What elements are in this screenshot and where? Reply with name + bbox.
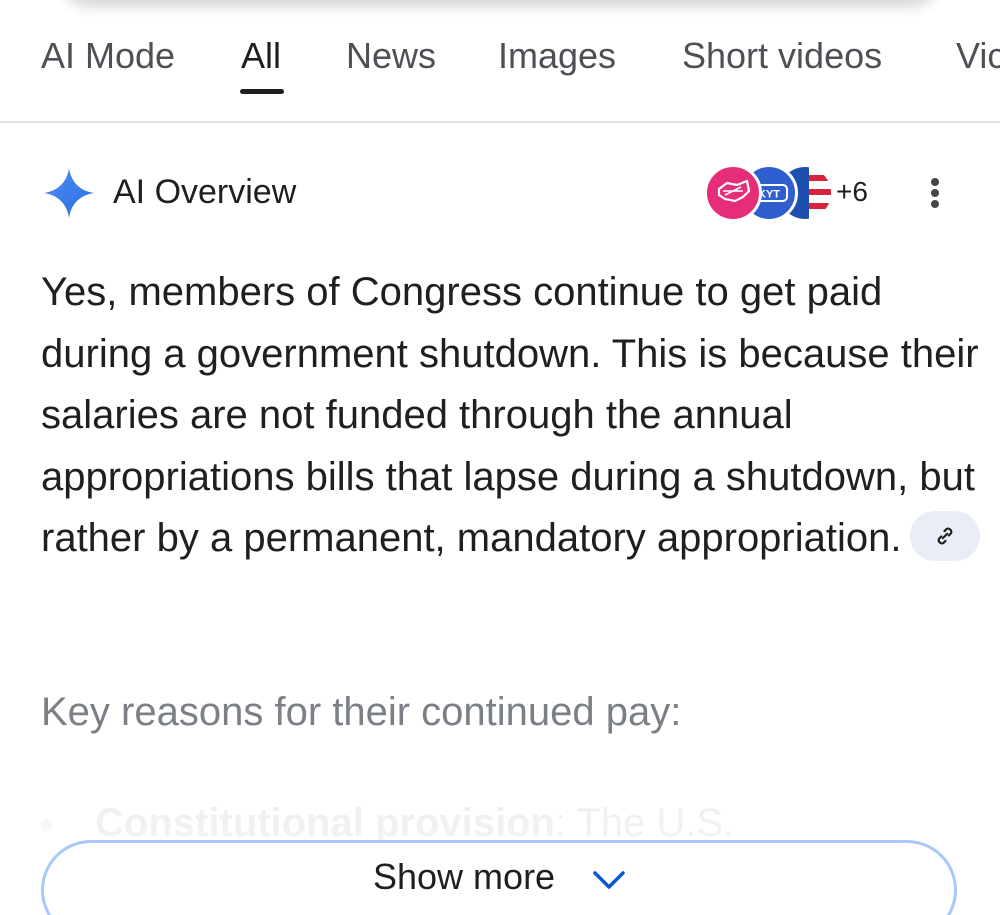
source-avatar-1[interactable] — [704, 164, 762, 222]
show-more-label: Show more — [373, 856, 556, 897]
chevron-down-icon — [593, 871, 625, 889]
bullet-icon — [41, 819, 53, 831]
ai-overview-title: AI Overview — [113, 173, 297, 211]
tab-short-videos[interactable]: Short videos — [682, 34, 882, 78]
active-tab-indicator — [240, 89, 284, 94]
ai-overview-header: AI Overview KYT +6 — [40, 160, 970, 224]
list-item-rest: : The U.S. — [554, 801, 735, 845]
list-item-bold: Constitutional provision — [95, 801, 555, 845]
key-reasons-heading: Key reasons for their continued pay: — [41, 690, 682, 734]
link-icon — [937, 528, 952, 545]
answer-text: Yes, members of Congress continue to get… — [41, 270, 979, 560]
tab-news[interactable]: News — [346, 34, 436, 78]
show-more-button[interactable]: Show more — [41, 840, 957, 915]
search-results-page: AI Mode All News Images Short videos Vic… — [0, 0, 1000, 915]
search-tabs: AI Mode All News Images Short videos Vic — [0, 0, 1000, 123]
map-logo-icon — [717, 179, 751, 203]
tab-videos[interactable]: Vic — [956, 34, 1000, 78]
more-options-icon[interactable] — [920, 170, 950, 214]
tab-images[interactable]: Images — [498, 34, 616, 78]
more-sources-count[interactable]: +6 — [836, 172, 868, 212]
sparkle-icon — [44, 168, 94, 218]
tab-ai-mode[interactable]: AI Mode — [41, 34, 175, 78]
ai-overview-answer: Yes, members of Congress continue to get… — [41, 262, 981, 570]
citation-link-button[interactable] — [909, 511, 980, 562]
tab-all[interactable]: All — [241, 34, 281, 78]
source-avatars[interactable]: KYT — [704, 164, 834, 222]
